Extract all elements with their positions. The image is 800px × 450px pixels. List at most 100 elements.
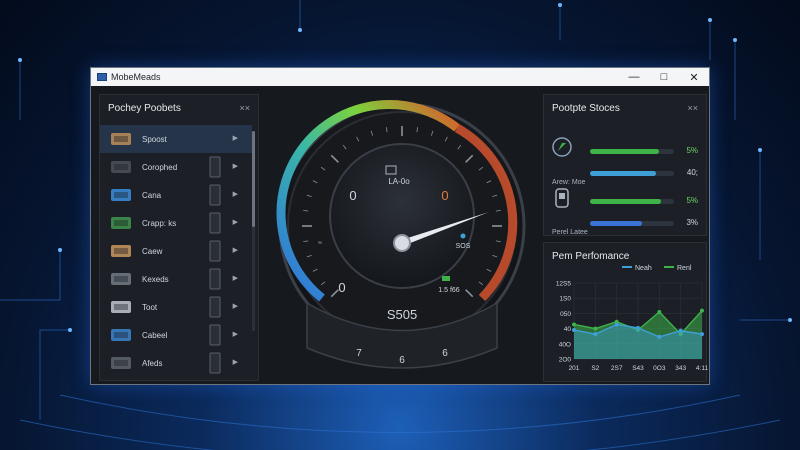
keyboard-icon (111, 273, 131, 285)
gauge-top-label: LA-0o (388, 177, 410, 186)
product-list: Spoost ▶ Corophed ▶ Cana ▶ Crapp: ks ▶ Caew ▶ Kexe… (100, 125, 252, 377)
y-tick-label: 050 (560, 311, 571, 318)
gauge-bottom-tick: 6 (442, 348, 448, 359)
product-thumbnail-icon (209, 156, 221, 178)
legend-label: Renl (677, 265, 692, 272)
product-item-label: Spoost (142, 134, 167, 144)
stock-label: Arew: Moe (552, 179, 586, 186)
y-tick-label: 2O0 (559, 357, 572, 364)
chevron-right-icon[interactable]: ▶ (233, 302, 238, 310)
data-point (593, 326, 598, 331)
gauge-right-label: 0 (441, 188, 448, 203)
gauge-inner-dial (329, 143, 475, 289)
gauge-side-dot (460, 233, 466, 239)
gauge-inner-right: 1.5 f66 (438, 287, 460, 294)
product-item-label: Cabeel (142, 330, 168, 340)
chevron-right-icon[interactable]: ▶ (233, 358, 238, 366)
product-item[interactable]: Toot ▶ (100, 293, 252, 321)
chevron-right-icon[interactable]: ▶ (233, 162, 238, 170)
data-point (593, 332, 598, 337)
product-thumbnail-icon (209, 324, 221, 346)
product-item-label: Kexeds (142, 274, 169, 284)
gauge-readout: S505 (387, 307, 417, 322)
scroll-thumb[interactable] (252, 131, 255, 227)
product-item-label: Corophed (142, 162, 178, 172)
chevron-right-icon[interactable]: ▶ (233, 246, 238, 254)
gauge-inner-left: 0 (338, 280, 345, 295)
maximize-icon[interactable]: □ (649, 68, 679, 86)
product-item[interactable]: Afeds ▶ (100, 349, 252, 377)
data-point (572, 327, 576, 332)
stocks-panel: Pootpte Stoces ×× 5% 40; Arew: Moe 5% 3% Pere… (543, 94, 707, 236)
product-thumbnail-icon (209, 240, 221, 262)
product-item[interactable]: Caew ▶ (100, 237, 252, 265)
product-thumbnail-icon (209, 352, 221, 374)
y-tick-label: 12S5 (556, 281, 572, 288)
chevron-right-icon[interactable]: ▶ (233, 134, 238, 142)
x-tick-label: 2S7 (611, 365, 623, 372)
product-item[interactable]: Cana ▶ (100, 181, 252, 209)
stocks-panel-title: Pootpte Stoces (552, 103, 620, 114)
cable-icon (111, 329, 131, 341)
products-panel: Pochey Poobets ×× Spoost ▶ Corophed ▶ Cana ▶ C… (99, 94, 259, 381)
projector-icon (111, 301, 131, 313)
product-item[interactable]: Cabeel ▶ (100, 321, 252, 349)
y-tick-label: 1S0 (559, 296, 571, 303)
data-point (700, 332, 704, 337)
x-tick-label: 343 (675, 365, 686, 372)
products-panel-close-icon[interactable]: ×× (239, 103, 250, 113)
data-point (657, 334, 662, 339)
y-tick-label: 40 (564, 326, 572, 333)
product-item-label: Caew (142, 246, 163, 256)
stocks-panel-close-icon[interactable]: ×× (687, 103, 698, 113)
stock-row: 3% Perel Latee (544, 215, 708, 236)
product-item[interactable]: Corophed ▶ (100, 153, 252, 181)
monitor-box-icon (111, 161, 131, 173)
minimize-icon[interactable]: — (619, 68, 649, 86)
stock-value: 5% (686, 196, 698, 205)
data-point (678, 328, 683, 333)
window-title: MobeMeads (111, 72, 161, 82)
device-icon (555, 188, 569, 208)
chevron-right-icon[interactable]: ▶ (233, 218, 238, 226)
x-tick-label: S43 (632, 365, 644, 372)
product-list-scrollbar[interactable] (252, 131, 255, 331)
laptop-icon (111, 189, 131, 201)
title-bar: MobeMeads — □ ✕ (91, 68, 709, 86)
gauge-bottom-tick: 7 (356, 348, 362, 359)
product-item[interactable]: Spoost ▶ (100, 125, 252, 153)
gauge-left-label: 0 (349, 188, 356, 203)
product-item[interactable]: Crapp: ks ▶ (100, 209, 252, 237)
stock-value: 3% (686, 218, 698, 227)
product-thumbnail-icon (209, 268, 221, 290)
x-tick-label: S2 (591, 365, 599, 372)
data-point (700, 308, 704, 313)
chevron-right-icon[interactable]: ▶ (233, 274, 238, 282)
gauge-needle-hub (393, 234, 411, 252)
case-icon (111, 357, 131, 369)
legend-label: Neah (635, 265, 652, 272)
stock-label: Perel Latee (552, 229, 588, 236)
x-tick-label: 201 (569, 365, 580, 372)
product-item-label: Toot (142, 302, 158, 312)
product-thumbnail-icon (209, 184, 221, 206)
data-point (572, 322, 576, 327)
product-item-label: Afeds (142, 358, 163, 368)
stock-value: 5% (686, 146, 698, 155)
stock-progress-fill (590, 199, 662, 204)
stock-progress-track (590, 199, 674, 204)
performance-chart: Neah Renl 12S5 1S0 050 40 40O 2O0201 S2 2S7 S43 0O3… (556, 265, 708, 372)
gauge-green-indicator (442, 276, 450, 281)
gauge-bottom-tick: 6 (399, 355, 405, 366)
chevron-right-icon[interactable]: ▶ (233, 330, 238, 338)
close-icon[interactable]: ✕ (679, 68, 709, 86)
app-logo-icon (97, 73, 107, 81)
stock-progress-fill (590, 171, 656, 176)
stock-progress-track (590, 149, 674, 154)
product-item-label: Cana (142, 190, 162, 200)
gauge-side-right: SOS (456, 243, 471, 250)
chevron-right-icon[interactable]: ▶ (233, 190, 238, 198)
app-window: MobeMeads — □ ✕ Pochey Poobets ×× Spoost… (90, 67, 710, 385)
product-item[interactable]: Kexeds ▶ (100, 265, 252, 293)
data-point (614, 322, 619, 327)
